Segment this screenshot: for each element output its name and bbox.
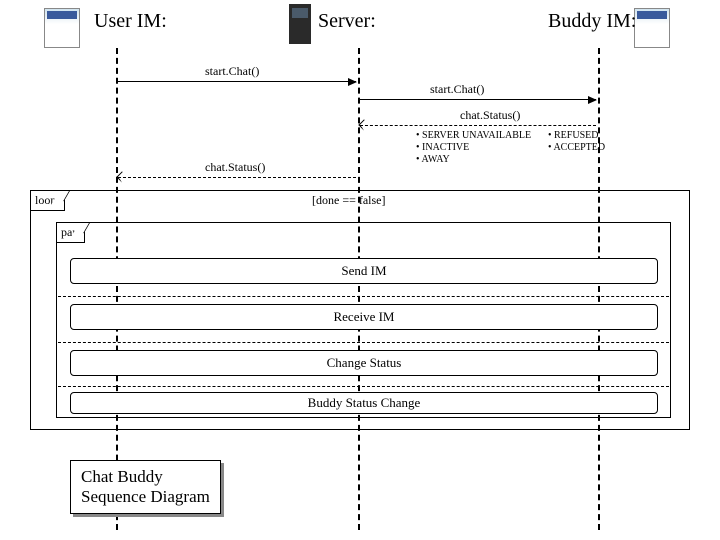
actor-user: User IM: (94, 10, 167, 33)
par-divider (58, 296, 669, 297)
msg-chatstatus-2: chat.Status() (205, 160, 265, 175)
ref-change-status: Change Status (70, 350, 658, 376)
status-item: REFUSED (554, 130, 598, 141)
ref-send-im: Send IM (70, 258, 658, 284)
status-item: ACCEPTED (553, 142, 605, 153)
ref-buddy-status: Buddy Status Change (70, 392, 658, 414)
ref-receive-im: Receive IM (70, 304, 658, 330)
status-item: SERVER UNAVAILABLE (422, 130, 531, 141)
msg-startchat-2: start.Chat() (430, 82, 484, 97)
par-divider (58, 342, 669, 343)
loop-guard: [done == false] (312, 193, 386, 208)
par-divider (58, 386, 669, 387)
diagram-title: Chat Buddy Sequence Diagram (70, 460, 221, 514)
status-list-col1: • SERVER UNAVAILABLE • INACTIVE • AWAY (416, 130, 531, 166)
msg-startchat-1: start.Chat() (205, 64, 259, 79)
user-im-icon (44, 8, 80, 58)
status-list-col2: • REFUSED • ACCEPTED (548, 130, 605, 154)
status-item: AWAY (421, 154, 449, 165)
buddy-im-icon (634, 8, 670, 58)
msg-chatstatus-1: chat.Status() (460, 108, 520, 123)
actor-server: Server: (318, 10, 376, 33)
server-icon (282, 4, 318, 54)
loop-frame-label: loop (30, 190, 65, 211)
status-item: INACTIVE (422, 142, 469, 153)
actor-buddy: Buddy IM: (548, 10, 636, 33)
par-frame-label: par (56, 222, 85, 243)
